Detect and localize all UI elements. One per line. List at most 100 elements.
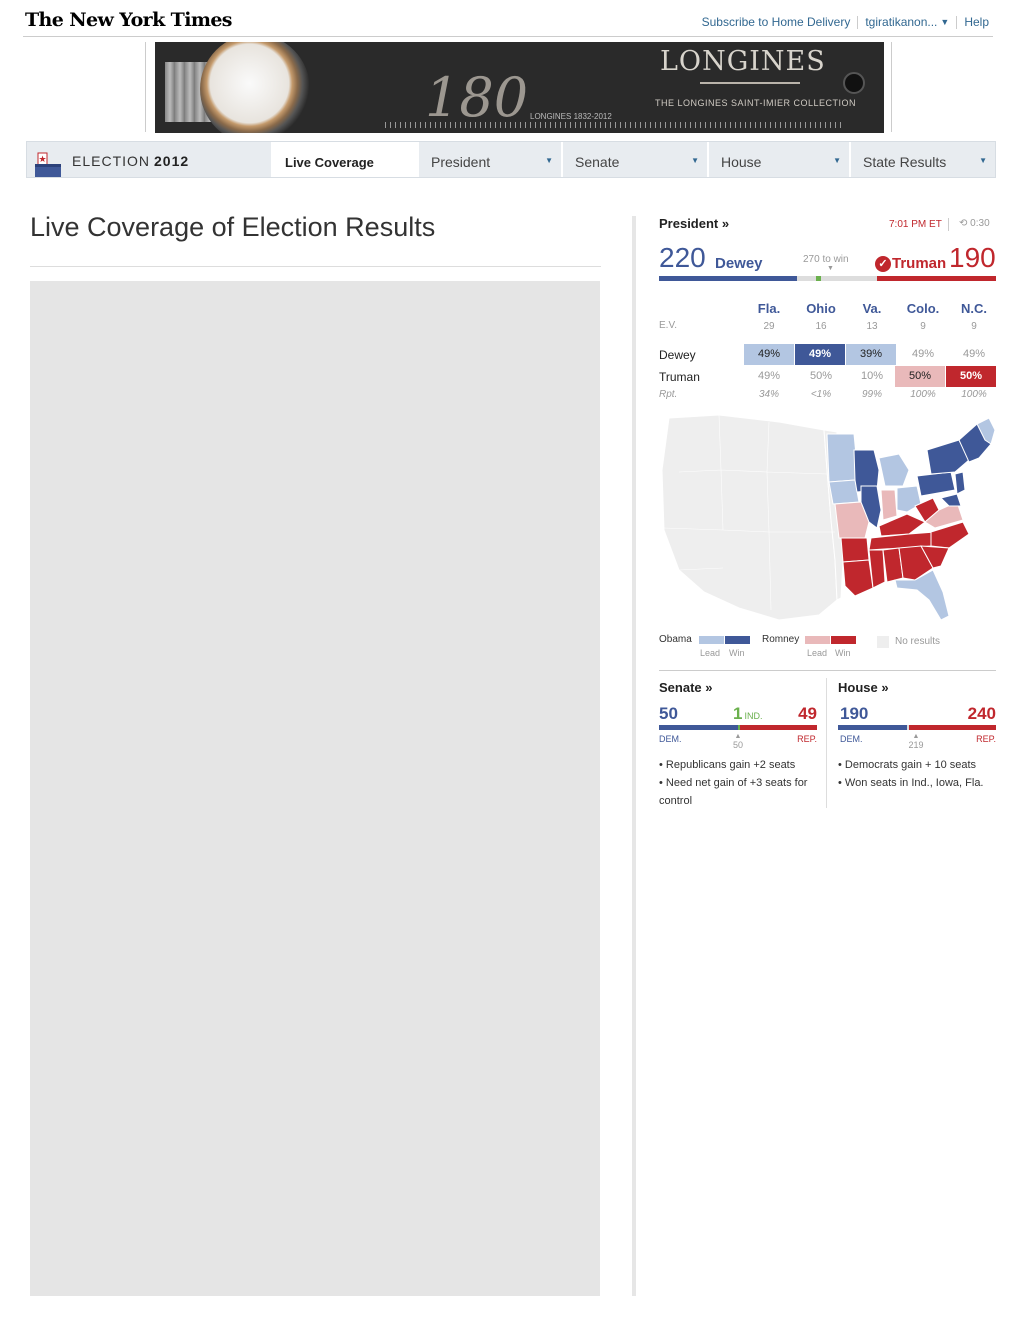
rep-pct: 50% bbox=[809, 370, 833, 382]
map-state-iowa[interactable] bbox=[828, 479, 860, 505]
svg-text:★: ★ bbox=[38, 155, 46, 165]
state-ev: 9 bbox=[971, 321, 977, 332]
senate-seat-bar bbox=[659, 725, 817, 730]
house-rep-label: REP. bbox=[976, 734, 996, 744]
house-link[interactable]: House » bbox=[838, 680, 889, 695]
rep-candidate-name: Truman bbox=[892, 255, 947, 272]
president-link[interactable]: President » bbox=[659, 216, 996, 231]
majority-arrow-icon: ▲ bbox=[912, 733, 920, 740]
legend-swatch-dem-lead bbox=[699, 636, 724, 644]
election-brand[interactable]: ★ ELECTION 2012 bbox=[27, 142, 271, 177]
senate-dem-label: DEM. bbox=[659, 734, 682, 744]
map-state-newjersey[interactable] bbox=[954, 471, 966, 495]
dem-electoral-votes: 220 bbox=[659, 242, 706, 273]
tab-label: Senate bbox=[575, 154, 620, 170]
tab-president[interactable]: President ▼ bbox=[417, 142, 561, 177]
senate-majority: 50 bbox=[732, 740, 743, 750]
dropdown-arrow-icon: ▼ bbox=[979, 156, 987, 165]
subscribe-link[interactable]: Subscribe to Home Delivery bbox=[702, 15, 851, 29]
tab-state-results[interactable]: State Results ▼ bbox=[849, 142, 995, 177]
caret-down-icon[interactable]: ▼ bbox=[940, 17, 949, 27]
state-ev: 29 bbox=[763, 321, 775, 332]
legend-swatch-no-results bbox=[877, 636, 889, 648]
senate-dem-seats: 50 bbox=[659, 704, 678, 723]
state-header[interactable]: Va. bbox=[847, 298, 897, 319]
house-rep-seats: 240 bbox=[967, 704, 996, 723]
map-state-maryland[interactable] bbox=[940, 493, 962, 507]
dem-pct: 49% bbox=[911, 348, 935, 360]
house-majority: 219 bbox=[908, 740, 924, 750]
dem-pct: 49% bbox=[962, 348, 986, 360]
majority-arrow-icon: ▲ bbox=[734, 733, 742, 740]
state-header[interactable]: Fla. bbox=[744, 298, 794, 319]
legend-win: Win bbox=[729, 648, 745, 658]
ballot-box-icon: ★ bbox=[35, 152, 61, 177]
state-header[interactable]: Colo. bbox=[898, 298, 948, 319]
house-majority-marker: ▲ 219 bbox=[901, 733, 931, 750]
house-dem-fill bbox=[838, 725, 907, 730]
dropdown-arrow-icon: ▼ bbox=[545, 156, 553, 165]
masthead: The New York Times Subscribe to Home Del… bbox=[23, 0, 993, 37]
brand-prefix: ELECTION bbox=[72, 153, 151, 169]
to-win-midpoint bbox=[816, 276, 821, 281]
map-state-arkansas[interactable] bbox=[840, 537, 870, 563]
state-header-row: Fla. Ohio Va. Colo. N.C. bbox=[659, 298, 996, 320]
legend-lead: Lead bbox=[700, 648, 721, 658]
brand-year: 2012 bbox=[154, 153, 190, 169]
ad-ruler-decoration bbox=[385, 122, 845, 128]
state-rpt: 99% bbox=[861, 389, 882, 400]
help-link[interactable]: Help bbox=[964, 15, 989, 29]
house-notes: • Democrats gain + 10 seats • Won seats … bbox=[838, 756, 1000, 792]
map-state-pennsylvania[interactable] bbox=[916, 471, 956, 497]
legend-romney: Romney bbox=[762, 634, 800, 645]
tab-label: House bbox=[721, 154, 762, 170]
tab-live-coverage[interactable]: Live Coverage bbox=[271, 142, 417, 177]
dem-pct: 49% bbox=[744, 344, 794, 365]
account-links: Subscribe to Home Delivery tgiratikanon.… bbox=[702, 15, 989, 29]
senate-link[interactable]: Senate » bbox=[659, 680, 712, 695]
to-win-label: 270 to win bbox=[803, 254, 849, 265]
state-rpt: 100% bbox=[961, 389, 987, 400]
dem-pct: 39% bbox=[846, 344, 896, 365]
tab-senate[interactable]: Senate ▼ bbox=[561, 142, 707, 177]
rep-electoral-votes: 190 bbox=[949, 242, 996, 273]
user-menu[interactable]: tgiratikanon... bbox=[865, 15, 937, 29]
results-map[interactable] bbox=[659, 410, 996, 625]
rep-result-row: Truman 49% 50% 10% 50% 50% bbox=[659, 366, 996, 388]
senate-ind-seats: 1 IND. bbox=[733, 704, 762, 724]
map-state-michigan[interactable] bbox=[878, 453, 910, 487]
state-rpt: <1% bbox=[810, 389, 832, 400]
rep-pct: 50% bbox=[946, 366, 996, 387]
tab-label: Live Coverage bbox=[285, 155, 374, 170]
state-header[interactable]: Ohio bbox=[796, 298, 846, 319]
refresh-icon: ⟲ bbox=[959, 218, 968, 229]
map-region-west[interactable] bbox=[661, 414, 838, 621]
dem-result-row: Dewey 49% 49% 39% 49% 49% bbox=[659, 344, 996, 366]
map-state-louisiana[interactable] bbox=[842, 559, 874, 597]
map-state-minnesota[interactable] bbox=[826, 433, 857, 483]
nyt-logo[interactable]: The New York Times bbox=[25, 9, 233, 31]
rpt-label: Rpt. bbox=[659, 389, 678, 400]
state-ev: 9 bbox=[920, 321, 926, 332]
dem-row-label: Dewey bbox=[659, 348, 696, 362]
dem-pct: 49% bbox=[795, 344, 845, 365]
rep-ev-fill bbox=[877, 276, 996, 281]
legend-swatch-dem-win bbox=[725, 636, 750, 644]
ev-row: E.V. 29 16 13 9 9 bbox=[659, 320, 996, 344]
map-state-indiana[interactable] bbox=[880, 489, 898, 521]
president-panel: President » 7:01 PM ET ⟲ 0:30 220 Dewey … bbox=[659, 216, 996, 400]
refresh-countdown[interactable]: ⟲ 0:30 bbox=[959, 218, 990, 229]
divider bbox=[826, 678, 827, 808]
senate-notes: • Republicans gain +2 seats • Need net g… bbox=[659, 756, 821, 810]
tab-house[interactable]: House ▼ bbox=[707, 142, 849, 177]
senate-note: • Need net gain of +3 seats for control bbox=[659, 777, 808, 807]
page-title: Live Coverage of Election Results bbox=[30, 212, 436, 242]
dem-ev-fill bbox=[659, 276, 797, 281]
longines-ad-banner[interactable]: 180 LONGINES 1832-2012 LONGINES THE LONG… bbox=[155, 42, 884, 133]
tab-label: President bbox=[431, 154, 491, 170]
link-separator bbox=[956, 15, 958, 29]
senate-dem-fill bbox=[659, 725, 738, 730]
state-header[interactable]: N.C. bbox=[949, 298, 999, 319]
dem-candidate-name: Dewey bbox=[715, 255, 763, 272]
dropdown-arrow-icon: ▼ bbox=[691, 156, 699, 165]
